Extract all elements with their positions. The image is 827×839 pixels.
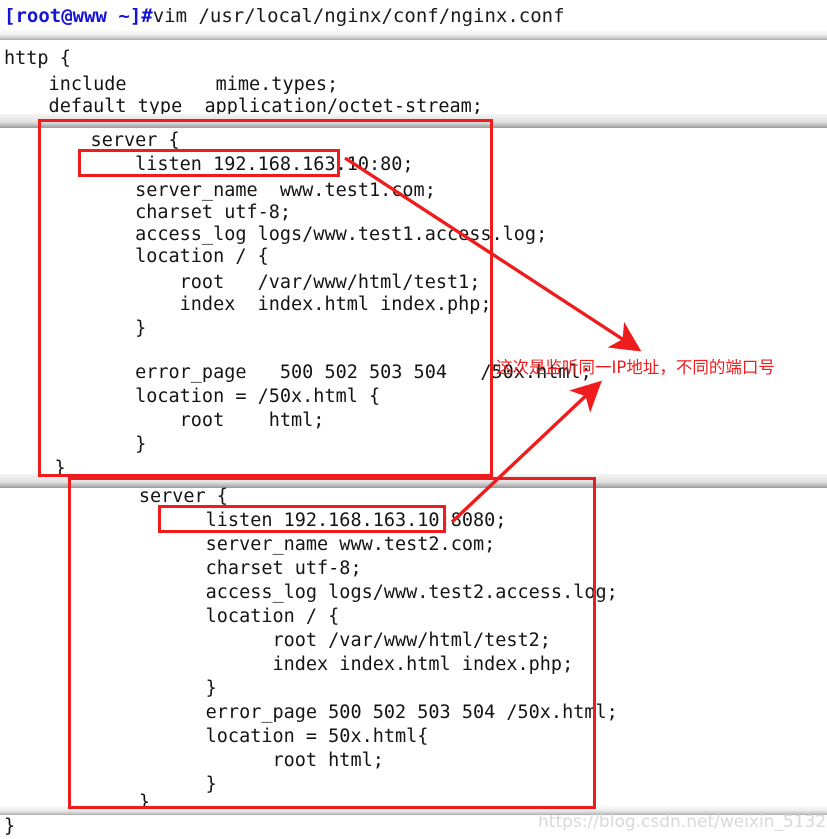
annotation-note-text: 这次是监听同一IP地址，不同的端口号 <box>496 358 775 377</box>
shell-prompt: [root@www ~]# <box>4 5 153 27</box>
shell-command: vim /usr/local/nginx/conf/nginx.conf <box>152 5 565 27</box>
code-server2-access-log: access_log logs/www.test2.access.log; <box>72 582 618 603</box>
code-http-close: } <box>4 816 16 837</box>
code-server2-charset: charset utf-8; <box>72 558 362 579</box>
screenshot-seam-top <box>0 30 827 40</box>
screenshot-seam-middle-1 <box>0 114 827 128</box>
code-server2-location-close: } <box>72 678 217 699</box>
screenshot-root: [root@www ~]# vim /usr/local/nginx/conf/n… <box>0 0 827 839</box>
watermark-label: https://blog.csdn.net/weixin_51326240 <box>538 812 827 832</box>
code-server2-open: server { <box>72 486 228 507</box>
code-server1-50x-root: root html; <box>46 410 325 431</box>
code-server1-location-50x-open: location = /50x.html { <box>46 386 381 407</box>
code-server1-50x-close: } <box>46 434 147 455</box>
code-server2-server-name: server_name www.test2.com; <box>72 534 496 555</box>
code-http-open: http { <box>4 48 71 69</box>
code-server2-error-page: error_page 500 502 503 504 /50x.html; <box>72 702 618 723</box>
code-server2-index: index index.html index.php; <box>72 654 574 675</box>
code-server1-index: index index.html index.php; <box>46 294 492 315</box>
code-server2-location-50x-open: location = 50x.html{ <box>72 726 429 747</box>
code-server2-location-root-open: location / { <box>72 606 340 627</box>
terminal-prompt-line: [root@www ~]# vim /usr/local/nginx/conf/n… <box>0 0 827 32</box>
code-server1-location-root-open: location / { <box>46 246 269 267</box>
code-server1-listen: listen 192.168.163.10:80; <box>46 154 414 175</box>
code-server2-50x-root: root html; <box>72 750 384 771</box>
code-server2-listen: listen 192.168.163.10:8080; <box>72 510 507 531</box>
arrow-listen8080-to-note <box>450 380 602 524</box>
code-server1-open: server { <box>46 130 180 151</box>
code-server2-root: root /var/www/html/test2; <box>72 630 551 651</box>
code-server1-location-close: } <box>46 318 147 339</box>
